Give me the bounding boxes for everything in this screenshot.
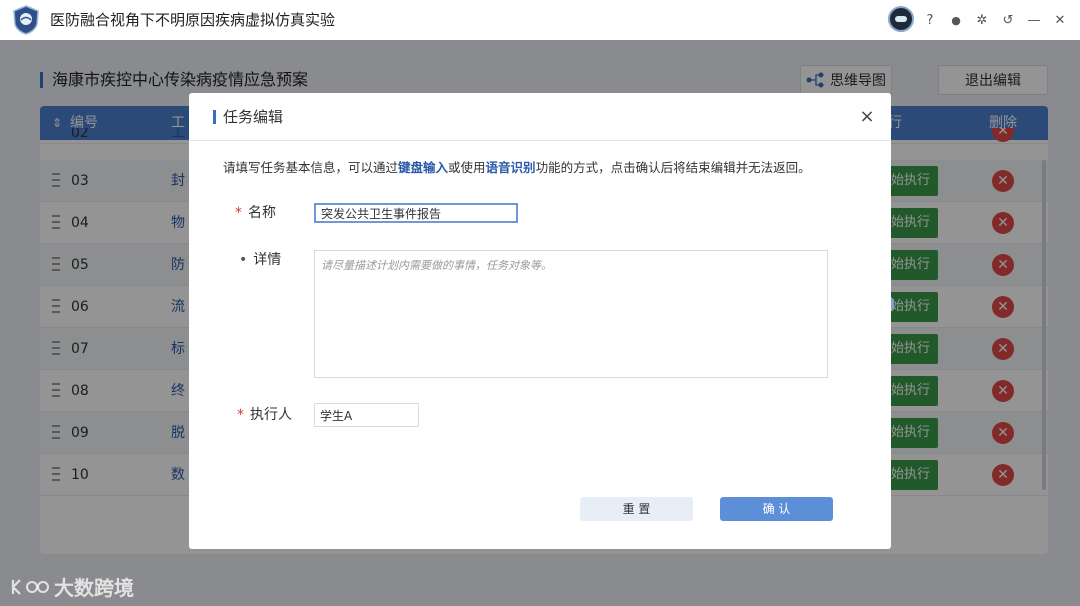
avatar[interactable] — [888, 6, 914, 32]
dialog-close-icon[interactable]: × — [855, 105, 879, 129]
voice-recognition-link: 语音识别 — [485, 160, 536, 175]
required-mark: * — [237, 407, 244, 423]
dialog-header: 任务编辑 × — [189, 93, 891, 141]
name-label-text: 名称 — [248, 205, 276, 221]
desc-text: 功能的方式，点击确认后将结束编辑并无法返回。 — [535, 160, 811, 175]
help-icon[interactable]: ? — [920, 0, 940, 40]
executor-label: * 执行人 — [237, 405, 292, 425]
detail-label: • 详情 — [239, 250, 281, 270]
name-label: * 名称 — [235, 203, 276, 223]
bullet-mark: • — [239, 252, 248, 268]
minimize-icon[interactable]: — — [1024, 0, 1044, 40]
detail-label-text: 详情 — [253, 252, 282, 268]
executor-label-text: 执行人 — [250, 407, 292, 423]
required-mark: * — [235, 205, 242, 221]
dialog-title: 任务编辑 — [213, 107, 283, 127]
user-icon[interactable]: ● — [946, 0, 966, 40]
detail-textarea[interactable] — [314, 250, 828, 378]
title-bar: 医防融合视角下不明原因疾病虚拟仿真实验 ? ● ✲ ↺ — ✕ — [0, 0, 1080, 40]
task-edit-dialog: 任务编辑 × 请填写任务基本信息，可以通过键盘输入或使用语音识别功能的方式，点击… — [189, 93, 891, 549]
keyboard-input-link: 键盘输入 — [398, 160, 449, 175]
watermark-logo-icon — [11, 578, 49, 595]
gear-icon[interactable]: ✲ — [972, 0, 992, 40]
name-input[interactable] — [314, 203, 518, 223]
confirm-button[interactable]: 确 认 — [720, 497, 833, 521]
desc-text: 或使用 — [448, 160, 486, 175]
reset-button[interactable]: 重 置 — [580, 497, 693, 521]
executor-input[interactable] — [314, 403, 419, 427]
dialog-description: 请填写任务基本信息，可以通过键盘输入或使用语音识别功能的方式，点击确认后将结束编… — [223, 159, 811, 177]
watermark-text: 大数跨境 — [54, 576, 134, 600]
back-icon[interactable]: ↺ — [998, 0, 1018, 40]
close-icon[interactable]: ✕ — [1050, 0, 1070, 40]
watermark: 大数跨境 — [10, 572, 134, 601]
desc-text: 请填写任务基本信息，可以通过 — [223, 160, 399, 175]
shield-logo-icon — [13, 5, 39, 35]
app-title: 医防融合视角下不明原因疾病虚拟仿真实验 — [50, 11, 336, 29]
